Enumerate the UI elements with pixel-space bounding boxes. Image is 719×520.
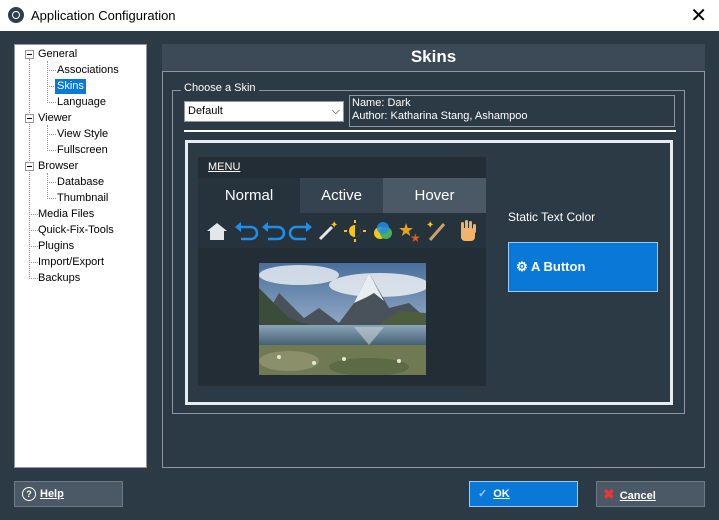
tree-connector	[47, 70, 56, 71]
tree-item-viewer[interactable]: Viewer	[38, 111, 71, 126]
separator	[184, 130, 676, 132]
preview-tab-normal: Normal	[198, 178, 300, 213]
cancel-button[interactable]: ✖ Cancel	[596, 481, 705, 507]
svg-text:✦: ✦	[330, 220, 338, 231]
tree-connector	[47, 198, 56, 199]
tree-connector	[47, 61, 48, 101]
skin-select[interactable]: Default ⌵	[184, 101, 344, 122]
tree-item-media-files[interactable]: Media Files	[38, 207, 94, 222]
settings-tree[interactable]: General Associations Skins Language View…	[14, 44, 147, 468]
app-icon	[8, 7, 24, 23]
tree-item-view-style[interactable]: View Style	[57, 127, 108, 142]
hand-icon	[461, 220, 476, 241]
tree-connector	[47, 173, 48, 197]
sample-button: ⚙ A Button	[508, 242, 658, 292]
tree-connector	[47, 102, 56, 103]
tree-item-browser[interactable]: Browser	[38, 159, 78, 174]
tree-item-quick-fix-tools[interactable]: Quick-Fix-Tools	[38, 223, 114, 238]
skin-info: Name: Dark Author: Katharina Stang, Asha…	[349, 95, 675, 127]
tree-connector	[29, 246, 38, 247]
tree-connector	[47, 134, 56, 135]
tree-item-plugins[interactable]: Plugins	[38, 239, 74, 254]
preview-tabs: Normal Active Hover	[198, 178, 486, 213]
tree-connector	[29, 230, 38, 231]
collapse-icon[interactable]	[25, 50, 34, 59]
tree-connector	[29, 214, 38, 215]
cancel-label: Cancel	[619, 490, 656, 502]
undo-alt-icon	[262, 222, 286, 241]
tree-item-database[interactable]: Database	[57, 175, 104, 190]
ok-button[interactable]: ✓ OK	[469, 481, 578, 507]
checkmark-icon: ✓	[478, 488, 488, 500]
landscape-image	[259, 263, 426, 375]
tree-item-backups[interactable]: Backups	[38, 271, 80, 286]
help-icon: ?	[22, 487, 36, 502]
sample-button-label: A Button	[531, 259, 586, 274]
group-label: Choose a Skin	[181, 82, 259, 94]
tree-item-thumbnail[interactable]: Thumbnail	[57, 191, 108, 206]
tree-item-import-export[interactable]: Import/Export	[38, 255, 104, 270]
title-bar: Application Configuration ✕	[0, 0, 719, 31]
svg-text:★: ★	[410, 231, 421, 243]
brush-icon: ✦	[426, 220, 446, 241]
home-icon	[207, 223, 227, 240]
tree-item-language[interactable]: Language	[57, 95, 106, 110]
help-label: Help	[40, 488, 64, 500]
undo-icon	[235, 222, 259, 241]
window-title: Application Configuration	[31, 8, 176, 23]
page-title: Skins	[410, 47, 457, 66]
tree-connector	[47, 125, 48, 149]
preview-tab-active: Active	[300, 178, 383, 213]
chevron-down-icon[interactable]: ⌵	[332, 102, 340, 121]
tree-connector	[47, 182, 56, 183]
tree-item-associations[interactable]: Associations	[57, 63, 119, 78]
redo-icon	[288, 222, 312, 241]
skin-author: Author: Katharina Stang, Ashampoo	[352, 110, 528, 122]
preview-tab-hover: Hover	[383, 178, 486, 213]
close-button[interactable]: ✕	[690, 3, 707, 28]
brightness-icon	[344, 220, 366, 242]
collapse-icon[interactable]	[25, 114, 34, 123]
preview-menu-label: MENU	[208, 161, 241, 173]
magic-wand-icon: ✦	[318, 220, 338, 241]
preview-toolbar: ✦ ★ ★ ✦	[198, 213, 486, 248]
tree-item-fullscreen[interactable]: Fullscreen	[57, 143, 108, 158]
help-button[interactable]: ? Help	[14, 481, 123, 507]
tree-item-general[interactable]: General	[38, 47, 77, 62]
stars-icon: ★★	[398, 220, 421, 243]
collapse-icon[interactable]	[25, 162, 34, 171]
skin-select-value: Default	[188, 105, 223, 117]
svg-text:✦: ✦	[426, 220, 434, 231]
static-text-color-label: Static Text Color	[508, 210, 596, 224]
close-icon: ✖	[603, 486, 615, 502]
preview-menu: MENU	[198, 157, 486, 178]
skin-name: Name: Dark	[352, 97, 411, 109]
ok-label: OK	[493, 488, 510, 500]
tree-connector	[47, 150, 56, 151]
gear-icon: ⚙	[516, 259, 528, 274]
tree-connector	[29, 278, 38, 279]
color-circles-icon	[374, 222, 392, 239]
tree-connector	[29, 262, 38, 263]
tree-item-skins[interactable]: Skins	[55, 79, 86, 94]
